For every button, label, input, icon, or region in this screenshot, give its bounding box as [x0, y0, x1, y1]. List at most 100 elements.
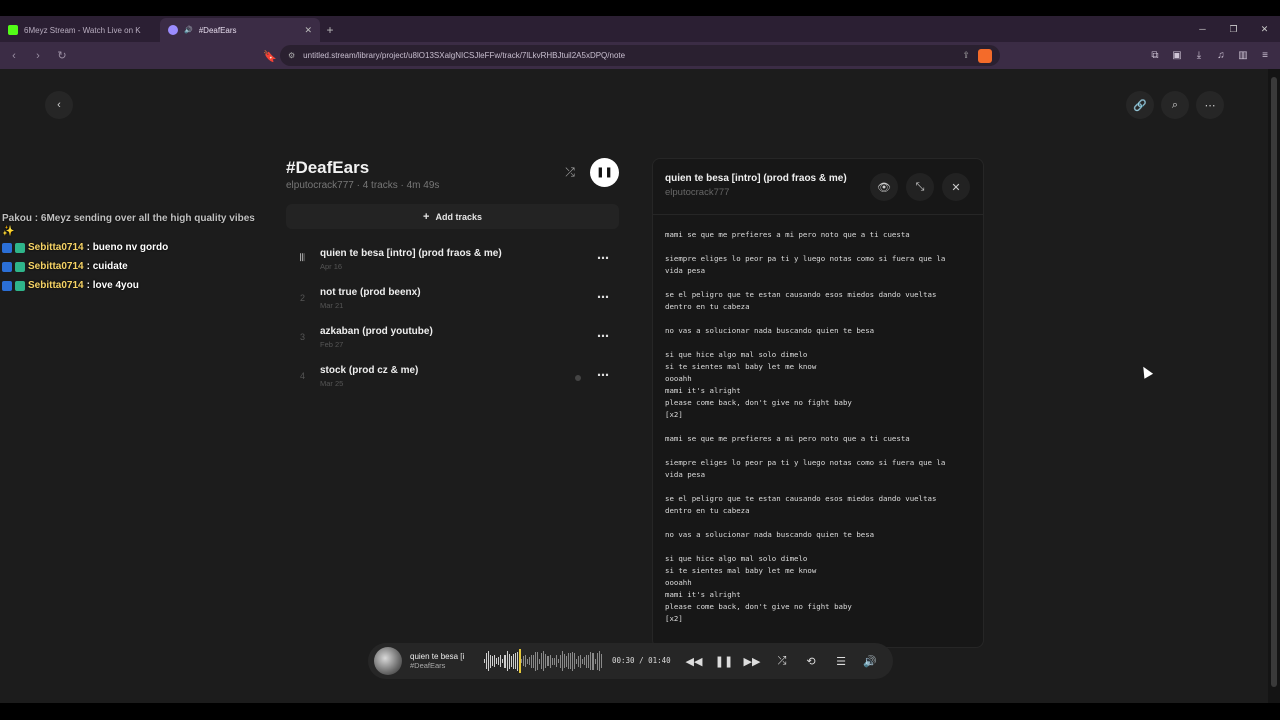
track-date: Mar 21 [320, 301, 344, 310]
waveform-bar [572, 651, 574, 671]
maximize-icon[interactable]: ❐ [1218, 16, 1249, 42]
lyric-line [665, 337, 975, 349]
track-number: 2 [300, 293, 306, 303]
eye-icon[interactable]: 👁 [870, 173, 898, 201]
lyric-line: si que hice algo mal solo dimelo [665, 350, 808, 359]
shuffle-icon[interactable]: ⤮ [560, 162, 580, 182]
add-tracks-button[interactable]: + Add tracks [286, 204, 619, 229]
waveform-seekbar[interactable] [484, 649, 602, 673]
url-text: untitled.stream/library/project/u8lO13SX… [303, 51, 626, 60]
share-icon[interactable]: ⇪ [962, 50, 970, 61]
lyric-line: si te sientes mal baby let me know [665, 362, 817, 371]
stream-chat-overlay: Pakou : 6Meyz sending over all the high … [2, 212, 272, 295]
page-scrollbar[interactable] [1268, 69, 1280, 703]
menu-icon[interactable]: ≡ [1256, 45, 1274, 65]
playhead[interactable] [519, 649, 521, 673]
playlist-meta: elputocrack777 · 4 tracks · 4m 49s [286, 180, 440, 191]
waveform-bar [506, 651, 508, 671]
address-bar[interactable]: ⚙ untitled.stream/library/project/u8lO13… [280, 45, 1000, 66]
waveform-bar [586, 654, 588, 668]
brave-shield-icon[interactable] [978, 48, 992, 63]
browser-tab-deafears[interactable]: 🔊 #DeafEars ✕ [160, 18, 320, 42]
track-row[interactable]: 4 stock (prod cz & me) Mar 25 ⋯ [286, 359, 619, 397]
waveform-bar [576, 658, 578, 664]
note-author: elputocrack777 [665, 187, 730, 198]
waveform-bar [531, 654, 533, 668]
search-button[interactable]: ⌕ [1161, 91, 1189, 119]
chat-username: Sebitta0714 [28, 242, 84, 253]
waveform-bar [529, 657, 531, 665]
repeat-icon[interactable]: ⟲ [801, 651, 821, 671]
chat-line: Pakou : 6Meyz sending over all the high … [2, 212, 272, 224]
back-button[interactable]: ‹ [45, 91, 73, 119]
sidebar-icon[interactable]: ▥ [1234, 45, 1252, 65]
lyric-line: mami it's alright [665, 590, 741, 599]
track-more-icon[interactable]: ⋯ [597, 251, 609, 265]
track-more-icon[interactable]: ⋯ [597, 290, 609, 304]
back-icon[interactable]: ‹ [4, 46, 24, 66]
waveform-bar [563, 654, 565, 668]
lyric-line: dentro en tu cabeza [665, 506, 750, 515]
site-settings-icon[interactable]: ⚙ [288, 51, 295, 60]
lyric-line [665, 277, 975, 289]
track-name: azkaban (prod youtube) [320, 326, 433, 337]
more-options-button[interactable]: ⋯ [1196, 91, 1224, 119]
waveform-bar [582, 658, 584, 664]
wallet-icon[interactable]: ▣ [1168, 45, 1186, 65]
track-row[interactable]: 2 not true (prod beenx) Mar 21 ⋯ [286, 281, 619, 319]
waveform-bar [569, 653, 572, 669]
lyric-line: mami se que me prefieres a mi pero noto … [665, 434, 910, 443]
close-tab-icon[interactable]: ✕ [304, 25, 312, 36]
lyric-line: please come back, don't give no fight ba… [665, 398, 852, 407]
lyrics-text[interactable]: mami se que me prefieres a mi pero noto … [665, 229, 975, 625]
shuffle-icon[interactable]: ⤮ [772, 651, 792, 671]
waveform-bar [580, 654, 582, 668]
pause-button[interactable]: ❚❚ [590, 158, 619, 187]
close-icon[interactable]: ✕ [942, 173, 970, 201]
previous-icon[interactable]: ◀◀ [684, 651, 704, 671]
waveform-bar [559, 654, 561, 668]
lyric-line: oooahh [665, 578, 692, 587]
download-icon[interactable]: ⤓ [1190, 45, 1208, 65]
waveform-bar [561, 651, 563, 671]
lyric-line: si que hice algo mal solo dimelo [665, 554, 808, 563]
next-icon[interactable]: ▶▶ [742, 651, 762, 671]
waveform-bar [514, 653, 516, 669]
browser-tab-strip: 6Meyz Stream - Watch Live on K 🔊 #DeafEa… [0, 16, 1280, 42]
forward-icon[interactable]: › [28, 46, 48, 66]
chat-message: : cuidate [86, 261, 128, 272]
track-date: Feb 27 [320, 340, 344, 349]
lyric-line [665, 541, 975, 553]
lyric-line: dentro en tu cabeza [665, 302, 750, 311]
browser-tab-stream[interactable]: 6Meyz Stream - Watch Live on K [0, 18, 160, 42]
close-window-icon[interactable]: ✕ [1249, 16, 1280, 42]
lyric-line: [x2] [665, 410, 683, 419]
track-name: quien te besa [intro] (prod fraos & me) [320, 248, 502, 259]
new-tab-button[interactable]: + [320, 18, 340, 42]
collapse-icon[interactable]: ⤡ [906, 173, 934, 201]
link-button[interactable]: 🔗 [1126, 91, 1154, 119]
page-content [0, 69, 1268, 703]
extensions-icon[interactable]: ⧉ [1146, 45, 1164, 65]
lyric-line: vida pesa [665, 470, 706, 479]
unread-dot-icon [575, 375, 581, 381]
track-more-icon[interactable]: ⋯ [597, 368, 609, 382]
minimize-icon[interactable]: ─ [1187, 16, 1218, 42]
media-icon[interactable]: ♫ [1212, 45, 1230, 65]
track-more-icon[interactable]: ⋯ [597, 329, 609, 343]
waveform-bar [553, 657, 555, 665]
waveform-bar [539, 658, 541, 664]
track-row[interactable]: 𝄃𝄃 quien te besa [intro] (prod fraos & m… [286, 242, 619, 280]
browser-toolbar-right: ⧉ ▣ ⤓ ♫ ▥ ≡ [1146, 45, 1274, 65]
bookmark-icon[interactable]: 🔖 [260, 46, 280, 66]
chat-username: Sebitta0714 [28, 261, 84, 272]
scrollbar-thumb[interactable] [1271, 77, 1277, 687]
waveform-bar [600, 654, 602, 668]
track-row[interactable]: 3 azkaban (prod youtube) Feb 27 ⋯ [286, 320, 619, 358]
queue-icon[interactable]: ☰ [831, 651, 851, 671]
pause-icon[interactable]: ❚❚ [714, 651, 734, 671]
reload-icon[interactable]: ↻ [52, 46, 72, 66]
waveform-bar [574, 653, 576, 669]
volume-icon[interactable]: 🔊 [860, 651, 880, 671]
lyric-line [665, 481, 975, 493]
